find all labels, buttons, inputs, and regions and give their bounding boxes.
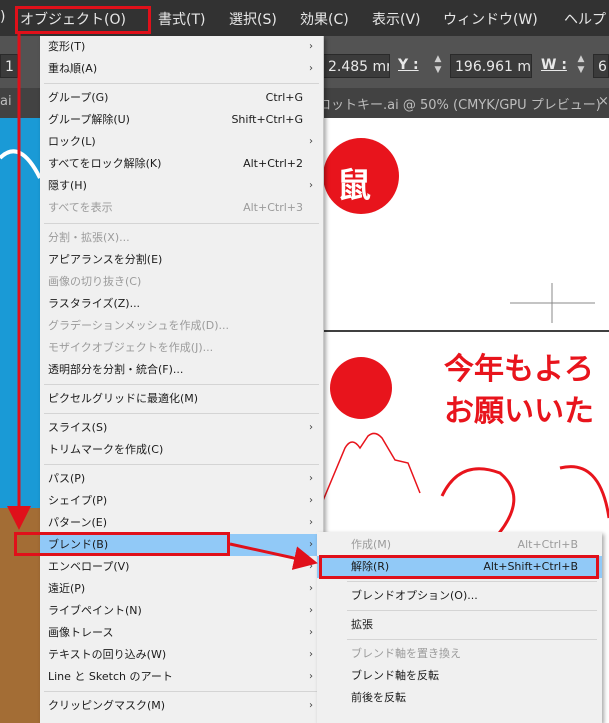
annotation-arrows xyxy=(7,34,318,570)
arrow-right xyxy=(229,542,318,570)
